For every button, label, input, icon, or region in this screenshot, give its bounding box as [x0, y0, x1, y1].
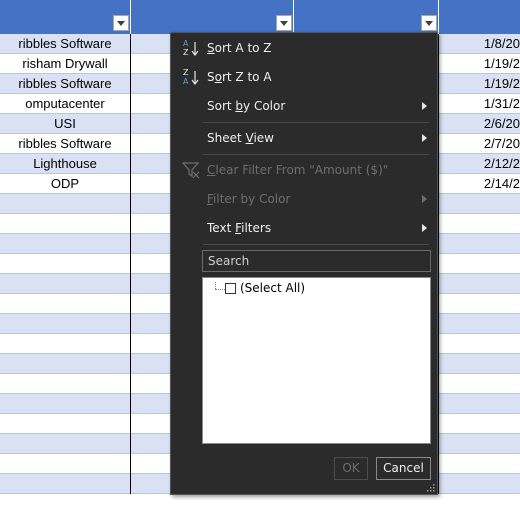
menu-separator [203, 244, 429, 245]
table-cell[interactable] [439, 474, 520, 494]
tree-connector [215, 289, 225, 290]
table-cell[interactable] [0, 254, 131, 274]
table-cell[interactable] [439, 374, 520, 394]
table-cell[interactable] [0, 294, 131, 314]
sort-ascending-icon: A Z [183, 39, 199, 57]
table-cell[interactable] [0, 334, 131, 354]
date-cell[interactable]: 2/7/20 [439, 134, 520, 154]
menu-separator [203, 154, 429, 155]
vendor-cell[interactable]: USI [0, 114, 131, 134]
table-cell[interactable] [439, 254, 520, 274]
table-cell[interactable] [0, 434, 131, 454]
table-cell[interactable] [439, 334, 520, 354]
filter-by-color-item: Filter by Color [171, 186, 437, 212]
filter-dropdown-menu: A Z Sort A to Z Z A Sort Z to A Sort by … [170, 32, 438, 495]
cancel-button[interactable]: Cancel [376, 457, 431, 480]
header-cell-vendor [0, 0, 131, 34]
sheet-view-item[interactable]: Sheet View [171, 125, 437, 151]
table-cell[interactable] [439, 214, 520, 234]
vendor-cell[interactable]: ODP [0, 174, 131, 194]
header-cell-amount [131, 0, 294, 34]
table-cell[interactable] [439, 434, 520, 454]
filter-search-input[interactable]: Search [202, 250, 431, 272]
table-cell[interactable] [0, 354, 131, 374]
table-cell[interactable] [0, 314, 131, 334]
date-cell[interactable]: 1/19/2 [439, 54, 520, 74]
date-cell[interactable]: 1/8/20 [439, 34, 520, 54]
table-cell[interactable] [0, 394, 131, 414]
table-cell[interactable] [0, 194, 131, 214]
table-cell[interactable] [439, 234, 520, 254]
ok-button: OK [334, 457, 368, 480]
select-all-checkbox[interactable] [225, 283, 236, 294]
tree-connector [215, 282, 216, 289]
clear-filter-item: Clear Filter From "Amount ($)" [171, 157, 437, 183]
table-cell[interactable] [439, 194, 520, 214]
table-cell[interactable] [439, 314, 520, 334]
table-cell[interactable] [0, 414, 131, 434]
svg-text:A: A [183, 39, 189, 48]
table-cell[interactable] [0, 474, 131, 494]
submenu-arrow-icon [422, 195, 427, 203]
date-cell[interactable]: 2/6/20 [439, 114, 520, 134]
date-cell[interactable]: 2/12/2 [439, 154, 520, 174]
table-cell[interactable] [439, 454, 520, 474]
vendor-cell[interactable]: omputacenter [0, 94, 131, 114]
resize-grip-icon[interactable] [427, 484, 435, 492]
svg-text:A: A [183, 77, 189, 86]
table-cell[interactable] [439, 354, 520, 374]
svg-text:Z: Z [183, 48, 189, 57]
filter-dropdown-button-vendor[interactable] [113, 15, 129, 31]
table-cell[interactable] [0, 234, 131, 254]
vendor-cell[interactable]: ribbles Software [0, 134, 131, 154]
filter-dropdown-button-column3[interactable] [421, 15, 437, 31]
header-cell-column3 [294, 0, 439, 34]
table-cell[interactable] [439, 274, 520, 294]
sort-by-color-item[interactable]: Sort by Color [171, 93, 437, 119]
submenu-arrow-icon [422, 102, 427, 110]
vendor-cell[interactable]: risham Drywall [0, 54, 131, 74]
sort-z-to-a-item[interactable]: Z A Sort Z to A [171, 64, 437, 90]
filter-values-list[interactable]: (Select All) [202, 277, 431, 444]
table-cell[interactable] [0, 374, 131, 394]
table-cell[interactable] [439, 414, 520, 434]
search-placeholder: Search [208, 254, 250, 268]
date-cell[interactable]: 2/14/2 [439, 174, 520, 194]
header-cell-date [439, 0, 520, 34]
table-cell[interactable] [0, 214, 131, 234]
table-cell[interactable] [0, 454, 131, 474]
table-cell[interactable] [0, 274, 131, 294]
date-cell[interactable]: 1/19/2 [439, 74, 520, 94]
table-cell[interactable] [439, 394, 520, 414]
sort-descending-icon: Z A [183, 68, 199, 86]
clear-filter-icon [181, 162, 200, 179]
table-header-row [0, 0, 520, 34]
table-cell[interactable] [439, 294, 520, 314]
vendor-cell[interactable]: ribbles Software [0, 34, 131, 54]
menu-separator [203, 122, 429, 123]
svg-text:Z: Z [183, 68, 189, 77]
vendor-cell[interactable]: Lighthouse [0, 154, 131, 174]
sort-a-to-z-item[interactable]: A Z Sort A to Z [171, 35, 437, 61]
submenu-arrow-icon [422, 224, 427, 232]
date-cell[interactable]: 1/31/2 [439, 94, 520, 114]
submenu-arrow-icon [422, 134, 427, 142]
vendor-cell[interactable]: ribbles Software [0, 74, 131, 94]
select-all-label[interactable]: (Select All) [240, 280, 305, 296]
filter-dropdown-button-amount[interactable] [276, 15, 292, 31]
text-filters-item[interactable]: Text Filters [171, 215, 437, 241]
